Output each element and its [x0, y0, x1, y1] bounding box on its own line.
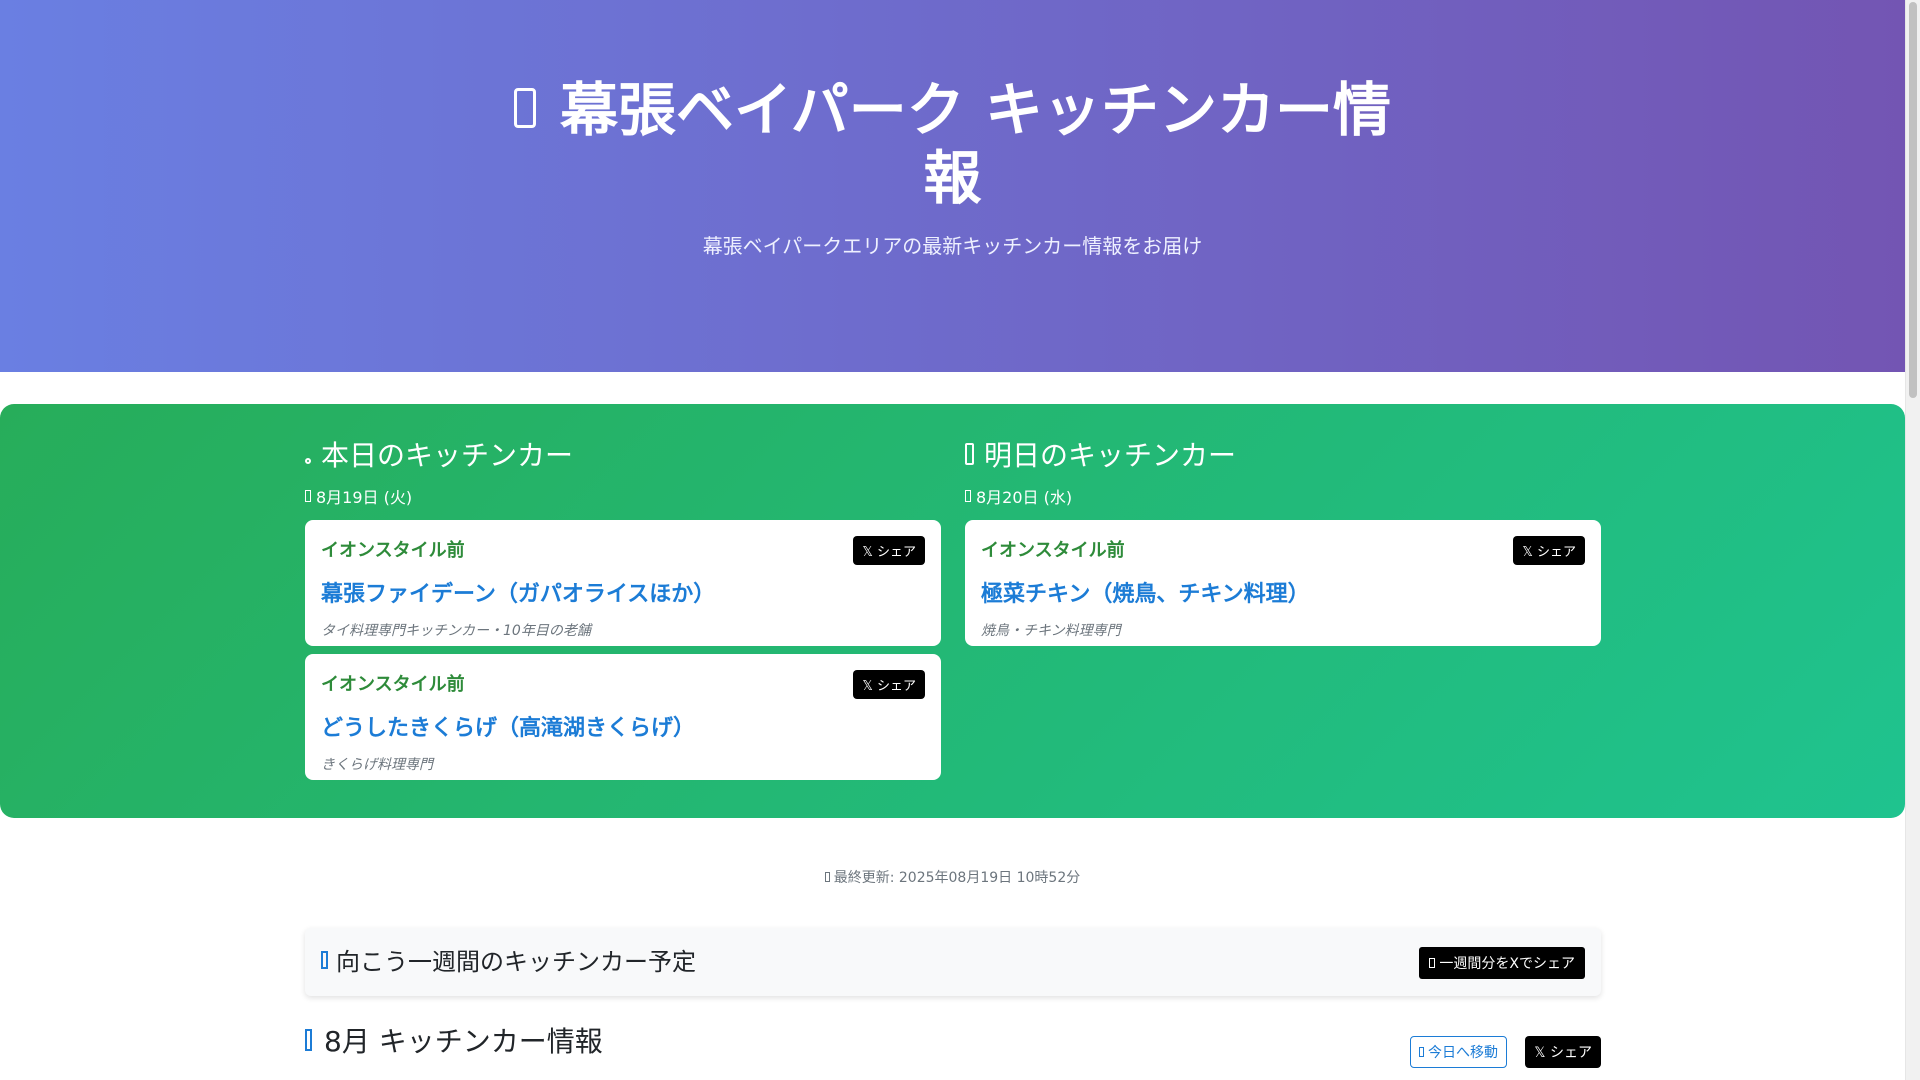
scrollbar-thumb[interactable] [1909, 2, 1917, 398]
hero-header: 幕張ベイパーク キッチンカー情報 幕張ベイパークエリアの最新キッチンカー情報をお… [0, 0, 1905, 372]
week-heading: 向こう一週間のキッチンカー予定 [321, 942, 696, 977]
month-section: 8月 キッチンカー情報 今日へ移動 𝕏 シェア [305, 1020, 1601, 1068]
month-heading: 8月 キッチンカー情報 [305, 1020, 1601, 1060]
last-updated-text: 最終更新: 2025年08月19日 10時52分 [833, 870, 1081, 886]
vertical-scrollbar[interactable] [1905, 0, 1920, 1080]
today-heading: 本日のキッチンカー [305, 434, 941, 474]
car-location: イオンスタイル前 [981, 540, 1125, 561]
content: 幕張ベイパーク キッチンカー情報 幕張ベイパークエリアの最新キッチンカー情報をお… [0, 0, 1905, 372]
clock-icon [305, 458, 311, 464]
page-title: 幕張ベイパーク キッチンカー情報 [503, 76, 1403, 212]
page-title-text: 幕張ベイパーク キッチンカー情報 [559, 76, 1392, 212]
car-description: 焼鳥・チキン料理専門 [981, 623, 1121, 639]
go-to-today-button[interactable]: 今日へ移動 [1410, 1036, 1507, 1068]
tomorrow-heading-text: 明日のキッチンカー [984, 439, 1237, 472]
week-share-button[interactable]: 一週間分をXでシェア [1419, 947, 1585, 979]
tomorrow-date-text: 8月20日 (水) [976, 488, 1073, 507]
calendar-day-icon [1419, 1047, 1424, 1057]
week-heading-text: 向こう一週間のキッチンカー予定 [336, 948, 696, 976]
car-location: イオンスタイル前 [321, 674, 465, 695]
car-description: タイ料理専門キッチンカー・10年目の老舗 [321, 623, 591, 639]
x-logo-icon [1429, 958, 1436, 968]
today-date-text: 8月19日 (火) [316, 488, 413, 507]
today-heading-text: 本日のキッチンカー [321, 439, 574, 472]
truck-icon [513, 87, 536, 128]
calendar-icon [965, 490, 971, 502]
tomorrow-date: 8月20日 (水) [965, 484, 1601, 508]
tomorrow-column: 明日のキッチンカー 8月20日 (水) イオンスタイル前 極菜チキン（焼鳥、チキ… [965, 434, 1601, 646]
x-share-button[interactable]: 𝕏 シェア [1513, 536, 1585, 565]
tomorrow-heading: 明日のキッチンカー [965, 434, 1601, 474]
month-heading-text: 8月 キッチンカー情報 [324, 1025, 603, 1058]
kitchen-car-card: イオンスタイル前 幕張ファイデーン（ガパオライスほか） タイ料理専門キッチンカー… [305, 520, 941, 646]
car-name-link[interactable]: どうしたきくらげ（高滝湖きくらげ） [321, 710, 925, 742]
x-share-button[interactable]: 𝕏 シェア [853, 536, 925, 565]
kitchen-car-card: イオンスタイル前 どうしたきくらげ（高滝湖きくらげ） きくらげ料理専門 𝕏 シェ… [305, 654, 941, 780]
kitchen-car-card: イオンスタイル前 極菜チキン（焼鳥、チキン料理） 焼鳥・チキン料理専門 𝕏 シェ… [965, 520, 1601, 646]
calendar-icon [305, 1029, 312, 1051]
clock-icon [824, 872, 830, 882]
car-description: きくらげ料理専門 [321, 757, 433, 773]
calendar-icon [305, 490, 311, 502]
go-to-today-label: 今日へ移動 [1428, 1045, 1498, 1061]
page: 幕張ベイパーク キッチンカー情報 幕張ベイパークエリアの最新キッチンカー情報をお… [0, 0, 1920, 1080]
kitchen-car-today-tomorrow: 本日のキッチンカー 8月19日 (火) イオンスタイル前 幕張ファイデーン（ガパ… [0, 404, 1905, 818]
today-cards: イオンスタイル前 幕張ファイデーン（ガパオライスほか） タイ料理専門キッチンカー… [305, 520, 941, 780]
car-location: イオンスタイル前 [321, 540, 465, 561]
calendar-week-icon [321, 950, 328, 969]
car-name-link[interactable]: 極菜チキン（焼鳥、チキン料理） [981, 576, 1585, 608]
x-share-button[interactable]: 𝕏 シェア [853, 670, 925, 699]
month-share-button[interactable]: 𝕏 シェア [1525, 1036, 1601, 1068]
today-date: 8月19日 (火) [305, 484, 941, 508]
last-updated: 最終更新: 2025年08月19日 10時52分 [0, 867, 1905, 887]
tomorrow-cards: イオンスタイル前 極菜チキン（焼鳥、チキン料理） 焼鳥・チキン料理専門 𝕏 シェ… [965, 520, 1601, 646]
week-share-label: 一週間分をXでシェア [1439, 956, 1575, 972]
page-subtitle: 幕張ベイパークエリアの最新キッチンカー情報をお届け [702, 234, 1203, 258]
week-schedule-panel[interactable]: 向こう一週間のキッチンカー予定 一週間分をXでシェア [305, 928, 1601, 996]
today-column: 本日のキッチンカー 8月19日 (火) イオンスタイル前 幕張ファイデーン（ガパ… [305, 434, 941, 780]
car-name-link[interactable]: 幕張ファイデーン（ガパオライスほか） [321, 576, 925, 608]
calendar-icon [965, 443, 974, 465]
